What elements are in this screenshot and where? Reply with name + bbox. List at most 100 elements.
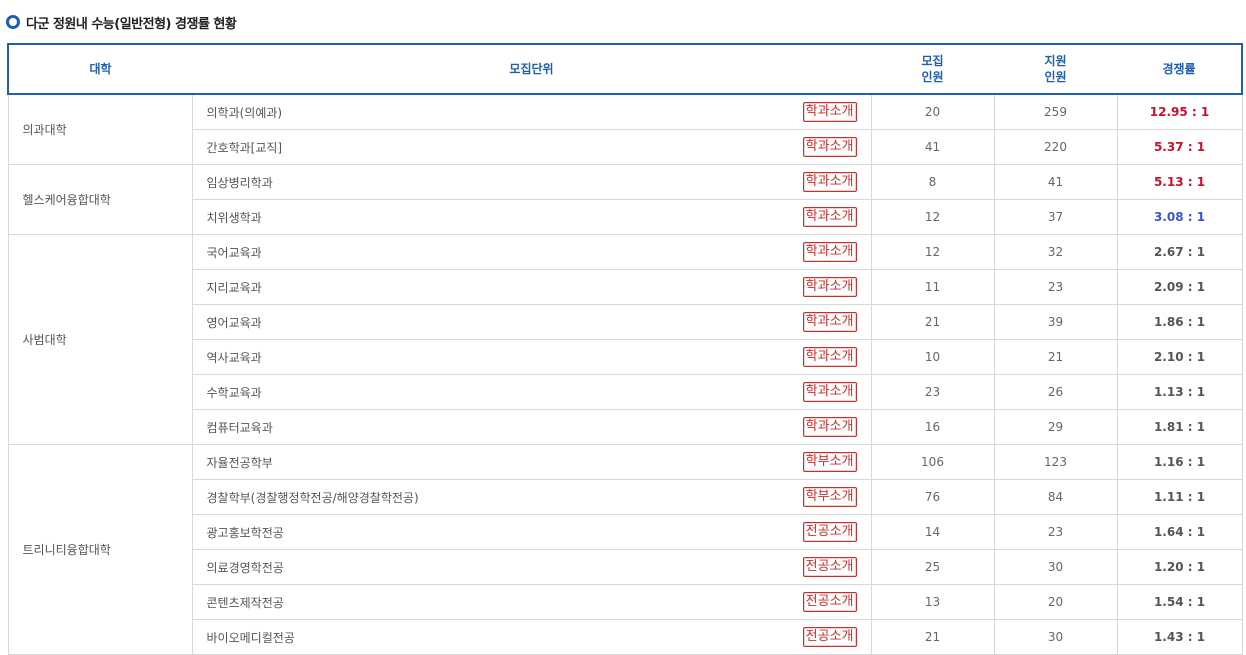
intro-button[interactable]: 전공소개 [802,522,857,542]
ratio-cell: 1.54 : 1 [1117,584,1243,620]
quota-cell: 76 [871,479,995,515]
quota-cell: 21 [871,304,995,340]
quota-cell: 13 [871,584,995,620]
intro-button[interactable]: 학과소개 [802,382,857,402]
intro-button[interactable]: 전공소개 [802,557,857,577]
intro-button[interactable]: 학과소개 [802,137,857,157]
dept-name: 의학과(의예과) [206,105,283,120]
intro-button[interactable]: 학과소개 [802,277,857,297]
ratio-cell: 1.81 : 1 [1117,409,1243,445]
dept-cell: 광고홍보학전공 전공소개 [192,514,872,550]
dept-name: 지리교육과 [206,280,262,295]
applicants-cell: 32 [994,234,1118,270]
quota-cell: 10 [871,339,995,375]
header-applicants: 지원 인원 [994,43,1117,95]
table-row: 치위생학과 학과소개 12 37 3.08 : 1 [8,199,1243,235]
applicants-cell: 26 [994,374,1118,410]
quota-cell: 25 [871,549,995,585]
dept-wrap: 치위생학과 학과소개 [207,207,857,227]
table-row: 영어교육과 학과소개 21 39 1.86 : 1 [8,304,1243,340]
table-row: 역사교육과 학과소개 10 21 2.10 : 1 [8,339,1243,375]
quota-cell: 23 [871,374,995,410]
dept-cell: 역사교육과 학과소개 [192,339,872,375]
intro-button[interactable]: 학과소개 [802,242,857,262]
intro-button[interactable]: 학과소개 [802,207,857,227]
dept-wrap: 임상병리학과 학과소개 [207,172,857,192]
dept-name: 간호학과[교직] [206,140,283,155]
dept-cell: 간호학과[교직] 학과소개 [192,129,872,165]
header-quota-line1: 모집 [921,54,944,68]
applicants-cell: 29 [994,409,1118,445]
quota-cell: 41 [871,129,995,165]
header-applicants-line2: 인원 [1044,70,1067,84]
header-dept: 모집단위 [192,43,871,95]
table-row: 의과대학 의학과(의예과) 학과소개 20 259 12.95 : 1 [7,94,1243,165]
dept-cell: 치위생학과 학과소개 [192,199,872,235]
ratio-cell: 3.08 : 1 [1117,199,1243,235]
dept-wrap: 의료경영학전공 전공소개 [207,557,857,577]
table-row: 수학교육과 학과소개 23 26 1.13 : 1 [8,374,1243,410]
table-header: 대학 모집단위 모집 인원 지원 인원 경쟁률 [7,43,1243,95]
dept-cell: 국어교육과 학과소개 [192,234,872,270]
table-row: 간호학과[교직] 학과소개 41 220 5.37 : 1 [8,129,1243,165]
ratio-cell: 5.13 : 1 [1117,164,1243,200]
ratio-cell: 1.64 : 1 [1117,514,1243,550]
applicants-cell: 23 [994,514,1118,550]
table-row: 의료경영학전공 전공소개 25 30 1.20 : 1 [8,549,1243,585]
college-cell: 의과대학 [7,94,193,165]
dept-wrap: 의학과(의예과) 학과소개 [207,102,857,122]
table-row: 경찰학부(경찰행정학전공/해양경찰학전공) 학부소개 76 84 1.11 : 1 [8,479,1243,515]
header-quota: 모집인원 [871,43,994,95]
circle-bullet-icon [6,15,20,29]
dept-wrap: 수학교육과 학과소개 [207,382,857,402]
dept-name: 수학교육과 [206,385,262,400]
dept-cell: 영어교육과 학과소개 [192,304,872,340]
header-quota-line2: 인원 [921,70,944,84]
applicants-cell: 20 [994,584,1118,620]
intro-button[interactable]: 학과소개 [802,172,857,192]
intro-button[interactable]: 학부소개 [802,452,857,472]
dept-name: 역사교육과 [206,350,262,365]
dept-wrap: 지리교육과 학과소개 [207,277,857,297]
applicants-cell: 84 [994,479,1118,515]
intro-button[interactable]: 학과소개 [802,347,857,367]
applicants-cell: 259 [994,94,1118,130]
dept-wrap: 경찰학부(경찰행정학전공/해양경찰학전공) 학부소개 [207,487,857,507]
dept-name: 광고홍보학전공 [206,525,284,540]
applicants-cell: 23 [994,269,1118,305]
table-row: 광고홍보학전공 전공소개 14 23 1.64 : 1 [8,514,1243,550]
dept-wrap: 자율전공학부 학부소개 [207,452,857,472]
dept-wrap: 역사교육과 학과소개 [207,347,857,367]
intro-button[interactable]: 학과소개 [802,102,857,122]
intro-button[interactable]: 학부소개 [802,487,857,507]
intro-button[interactable]: 학과소개 [802,312,857,332]
quota-cell: 20 [871,94,995,130]
ratio-cell: 1.11 : 1 [1117,479,1243,515]
dept-name: 영어교육과 [206,315,262,330]
college-cell: 트리니티융합대학 [7,444,193,655]
dept-cell: 경찰학부(경찰행정학전공/해양경찰학전공) 학부소개 [192,479,872,515]
dept-name: 임상병리학과 [206,175,273,190]
ratio-cell: 1.43 : 1 [1117,619,1243,655]
dept-wrap: 간호학과[교직] 학과소개 [207,137,857,157]
dept-wrap: 영어교육과 학과소개 [207,312,857,332]
dept-name: 컴퓨터교육과 [206,420,273,435]
dept-name: 바이오메디컬전공 [206,630,295,645]
intro-button[interactable]: 전공소개 [802,592,857,612]
table-row: 사범대학 국어교육과 학과소개 12 32 2.67 : 1 [7,234,1243,445]
intro-button[interactable]: 전공소개 [802,627,857,647]
table-row: 콘텐츠제작전공 전공소개 13 20 1.54 : 1 [8,584,1243,620]
table-row: 헬스케어융합대학 임상병리학과 학과소개 8 41 5.13 : 1 [7,164,1243,235]
quota-cell: 21 [871,619,995,655]
table-row: 바이오메디컬전공 전공소개 21 30 1.43 : 1 [8,619,1243,655]
applicants-cell: 30 [994,619,1118,655]
dept-wrap: 콘텐츠제작전공 전공소개 [207,592,857,612]
applicants-cell: 39 [994,304,1118,340]
applicants-cell: 21 [994,339,1118,375]
quota-cell: 106 [871,444,995,480]
intro-button[interactable]: 학과소개 [802,417,857,437]
dept-wrap: 광고홍보학전공 전공소개 [207,522,857,542]
table-body: 의과대학 의학과(의예과) 학과소개 20 259 12.95 : 1 간호학과[교직] 학과… [7,94,1243,655]
dept-cell: 의료경영학전공 전공소개 [192,549,872,585]
table-row: 트리니티융합대학 자율전공학부 학부소개 106 123 1.16 : 1 [7,444,1243,655]
